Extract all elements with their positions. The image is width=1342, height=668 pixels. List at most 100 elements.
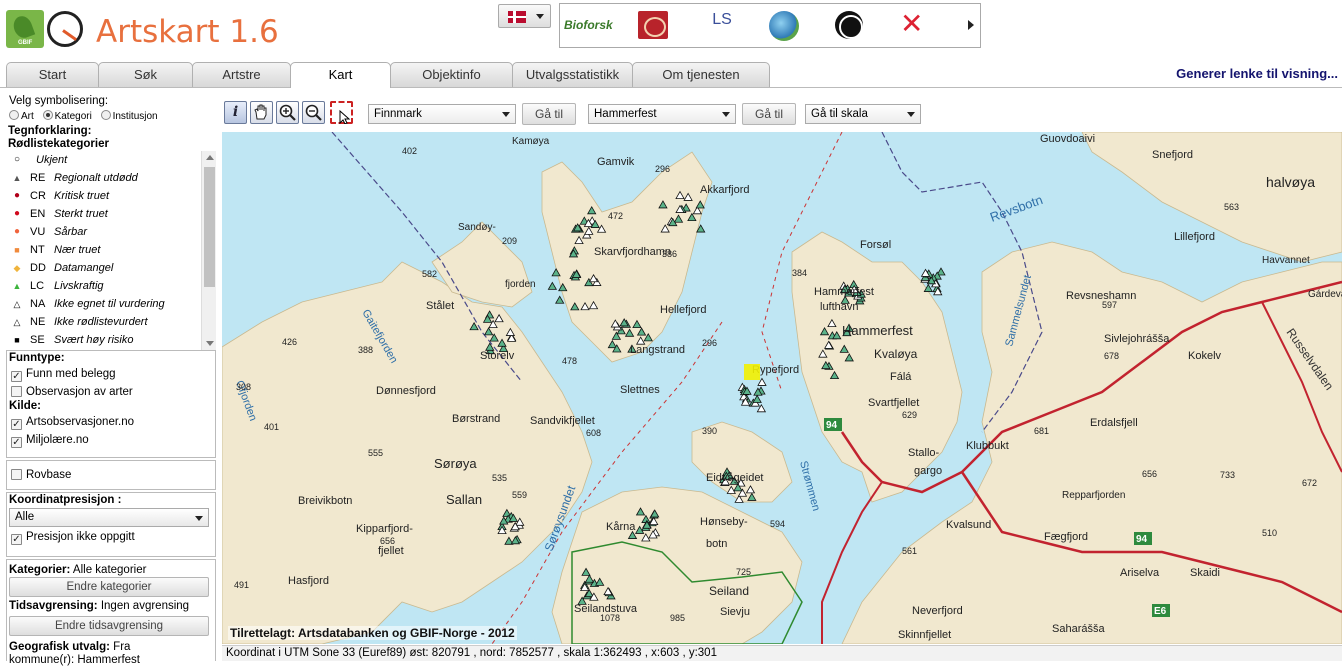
map-place-label: Hasfjord xyxy=(288,575,329,587)
observation-marker[interactable] xyxy=(547,281,558,290)
map-place-label: Sallan xyxy=(446,492,482,507)
gbif-logo[interactable]: GBIF xyxy=(6,10,44,48)
map-place-label: Dønnesfjord xyxy=(376,385,436,397)
tab-kart[interactable]: Kart xyxy=(290,62,391,88)
elevation-label: 478 xyxy=(562,356,577,366)
kilde-miljolare-row: Miljolære.no xyxy=(7,431,215,449)
goto-municipality-button[interactable]: Gå til xyxy=(742,103,796,125)
map-place-label: gargo xyxy=(914,465,942,477)
elevation-label: 535 xyxy=(492,473,507,483)
geografisk-value: Fra xyxy=(113,641,131,653)
globe-logo[interactable] xyxy=(769,11,799,41)
elevation-label: 725 xyxy=(736,567,751,577)
elevation-label: 209 xyxy=(502,236,517,246)
funn-med-belegg-checkbox[interactable] xyxy=(11,371,22,382)
map-place-label: Sandøy- xyxy=(458,222,496,233)
zoom-out-icon[interactable] xyxy=(302,101,325,124)
ls-logo[interactable]: LS xyxy=(705,11,739,41)
chevron-down-icon xyxy=(195,516,203,521)
pan-hand-icon[interactable] xyxy=(250,101,273,124)
university-logo[interactable] xyxy=(638,11,668,39)
map-place-label: Kårna xyxy=(606,521,636,533)
chevron-right-icon[interactable] xyxy=(968,20,974,30)
earth-logo[interactable] xyxy=(835,11,863,39)
observation-marker[interactable] xyxy=(555,295,565,304)
elevation-label: 296 xyxy=(655,164,670,174)
map-place-label: Hellefjord xyxy=(660,304,706,316)
funntype-panel: Funntype: Funn med belegg Observasjon av… xyxy=(6,350,216,458)
radio-institusjon[interactable] xyxy=(100,110,111,120)
norway-flag-icon xyxy=(508,11,526,23)
language-select[interactable] xyxy=(498,4,551,28)
map-svg: Kamøya Gamvik Akkarfjord Sandøy-fjorden Skar… xyxy=(222,132,1342,644)
legend-code: NT xyxy=(30,244,45,256)
map-place-label: Kamøya xyxy=(512,136,550,147)
municipality-select[interactable]: Hammerfest xyxy=(588,104,736,124)
map-place-label: Fægfjord xyxy=(1044,531,1088,543)
observasjon-checkbox[interactable] xyxy=(11,386,22,397)
map-place-label: Børstrand xyxy=(452,413,500,425)
legend-code: DD xyxy=(30,262,46,274)
elevation-label: 656 xyxy=(380,536,395,546)
scale-select[interactable]: Gå til skala xyxy=(805,104,921,124)
observation-marker[interactable] xyxy=(752,394,762,403)
tidsavgrensing-value: Ingen avgrensing xyxy=(100,600,190,612)
legend-item: ▲ RE Regionalt utdødd xyxy=(6,169,216,187)
map-place-label: Kvaløya xyxy=(874,347,918,361)
legend-symbol-icon: ■ xyxy=(14,335,20,345)
road-shield-label: 94 xyxy=(826,420,838,431)
bioforsk-logo[interactable]: Bioforsk xyxy=(564,18,620,48)
kilde-miljolare-checkbox[interactable] xyxy=(11,437,22,448)
funn-med-belegg-row: Funn med belegg xyxy=(7,365,215,383)
scroll-up-icon[interactable] xyxy=(206,155,214,160)
elevation-label: 733 xyxy=(1220,470,1235,480)
radio-kategori[interactable] xyxy=(42,110,53,120)
elevation-label: 491 xyxy=(234,580,249,590)
tab-artstre[interactable]: Artstre xyxy=(192,62,291,87)
elevation-label: 555 xyxy=(368,448,383,458)
zoom-in-icon[interactable] xyxy=(276,101,299,124)
map-place-label: Snefjord xyxy=(1152,149,1193,161)
koordinat-select[interactable]: Alle xyxy=(9,508,209,527)
scroll-down-icon[interactable] xyxy=(206,341,214,346)
map-toolbar: i Finnmark Gå til Hammerfest Gå til Gå t… xyxy=(218,92,1342,132)
map-canvas[interactable]: Kamøya Gamvik Akkarfjord Sandøy-fjorden Skar… xyxy=(222,132,1342,644)
share-link[interactable]: Generer lenke til visning... xyxy=(1176,66,1338,81)
radio-institusjon-label: Institusjon xyxy=(112,111,158,122)
legend-code: RE xyxy=(30,172,46,184)
map-place-label: Fálá xyxy=(890,371,912,383)
tab-om-tjenesten[interactable]: Om tjenesten xyxy=(632,62,770,87)
legend-desc: Ikke egnet til vurdering xyxy=(54,298,165,310)
county-select[interactable]: Finnmark xyxy=(368,104,516,124)
info-tool-button[interactable]: i xyxy=(224,101,247,124)
elevation-label: 559 xyxy=(512,490,527,500)
map-place-label: Sandvikfjellet xyxy=(530,415,595,427)
kategorier-value: Alle kategorier xyxy=(72,564,147,576)
endre-kategorier-button[interactable]: Endre kategorier xyxy=(9,577,209,597)
coordinate-statusbar: Koordinat i UTM Sone 33 (Euref89) øst: 8… xyxy=(222,645,1342,661)
map-place-label: Svartfjellet xyxy=(868,397,919,409)
select-area-icon[interactable] xyxy=(330,101,353,125)
scroll-thumb[interactable] xyxy=(204,167,215,287)
tab-sok[interactable]: Søk xyxy=(98,62,193,87)
cross-logo[interactable] xyxy=(900,7,934,37)
endre-tidsavgrensing-button[interactable]: Endre tidsavgrensing xyxy=(9,616,209,636)
tab-start[interactable]: Start xyxy=(6,62,99,87)
kilde-artsobs-checkbox[interactable] xyxy=(11,419,22,430)
elevation-label: 390 xyxy=(702,426,717,436)
presisjon-checkbox[interactable] xyxy=(11,534,22,545)
elevation-label: 597 xyxy=(1102,300,1117,310)
elevation-label: 384 xyxy=(792,268,807,278)
legend-desc: Nær truet xyxy=(54,244,101,256)
legend-scrollbar[interactable] xyxy=(201,151,216,350)
tab-objektinfo[interactable]: Objektinfo xyxy=(390,62,513,87)
tab-utvalgsstatistikk[interactable]: Utvalgsstatistikk xyxy=(512,62,633,87)
rovbase-checkbox[interactable] xyxy=(11,469,22,480)
tidsavgrensing-label: Tidsavgrensing: xyxy=(9,600,98,612)
map-place-label: Havvannet xyxy=(1262,255,1310,266)
partner-logos-bar: Bioforsk LS xyxy=(559,3,981,48)
radio-art[interactable] xyxy=(9,110,19,120)
map-place-label: Hønseby- xyxy=(700,516,748,528)
goto-county-button[interactable]: Gå til xyxy=(522,103,576,125)
elevation-label: 563 xyxy=(1224,202,1239,212)
